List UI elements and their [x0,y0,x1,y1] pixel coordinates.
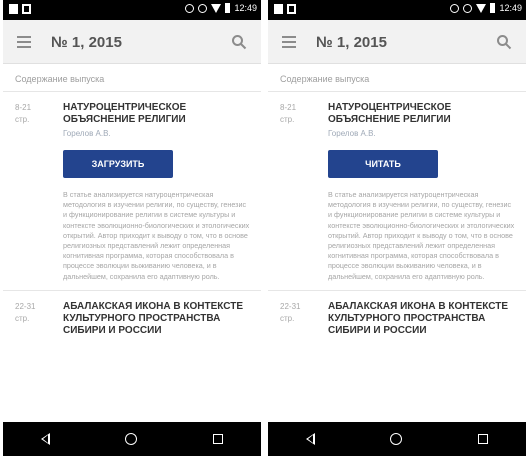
home-icon[interactable] [390,433,403,445]
image-notification-icon [274,4,283,14]
article-content: АБАЛАКСКАЯ ИКОНА В КОНТЕКСТЕ КУЛЬТУРНОГО… [63,301,261,337]
vibrate-icon [198,3,208,13]
article-content: НАТУРОЦЕНТРИЧЕСКОЕ ОБЪЯСНЕНИЕ РЕЛИГИИ Го… [63,102,261,290]
section-label: Содержание выпуска [3,64,261,92]
system-nav-bar [3,422,261,456]
article-author[interactable]: Горелов А.В. [63,129,251,138]
article-pages: 22-31 стр. [280,301,301,323]
article-item: 22-31 стр. АБАЛАКСКАЯ ИКОНА В КОНТЕКСТЕ … [3,291,261,337]
wifi-icon [476,3,487,13]
system-nav-bar [268,422,526,456]
article-pages: 8-21 стр. [280,103,297,124]
search-icon[interactable] [231,34,247,50]
article-item: 8-21 стр. НАТУРОЦЕНТРИЧЕСКОЕ ОБЪЯСНЕНИЕ … [268,92,526,291]
notification-icons [9,4,31,14]
sync-icon [185,3,195,13]
read-button[interactable]: ЧИТАТЬ [328,150,438,178]
status-icons: 12:49 [450,3,522,13]
app-bar: № 1, 2015 [3,20,261,64]
app-bar: № 1, 2015 [268,20,526,64]
article-title[interactable]: НАТУРОЦЕНТРИЧЕСКОЕ ОБЪЯСНЕНИЕ РЕЛИГИИ [328,102,516,126]
status-time: 12:49 [234,3,257,13]
article-item: 8-21 стр. НАТУРОЦЕНТРИЧЕСКОЕ ОБЪЯСНЕНИЕ … [3,92,261,291]
download-notification-icon [287,4,296,14]
article-content: АБАЛАКСКАЯ ИКОНА В КОНТЕКСТЕ КУЛЬТУРНОГО… [328,301,526,337]
battery-icon [225,3,231,13]
back-icon[interactable] [305,433,315,445]
status-icons: 12:49 [185,3,257,13]
download-button[interactable]: ЗАГРУЗИТЬ [63,150,173,178]
status-bar: 12:49 [3,0,261,20]
image-notification-icon [9,4,18,14]
status-bar: 12:49 [268,0,526,20]
home-icon[interactable] [125,433,138,445]
search-icon[interactable] [496,34,512,50]
article-title[interactable]: НАТУРОЦЕНТРИЧЕСКОЕ ОБЪЯСНЕНИЕ РЕЛИГИИ [63,102,251,126]
vibrate-icon [463,3,473,13]
article-pages: 8-21 стр. [15,103,32,124]
article-abstract: В статье анализируется натуроцентрическа… [63,190,250,281]
sync-icon [450,3,460,13]
battery-icon [490,3,496,13]
page-title: № 1, 2015 [316,34,387,51]
status-time: 12:49 [499,3,522,13]
back-icon[interactable] [40,433,50,445]
notification-icons [274,4,296,14]
recent-apps-icon[interactable] [478,434,489,444]
article-pages: 22-31 стр. [15,301,36,323]
menu-icon[interactable] [282,36,296,48]
section-label: Содержание выпуска [268,64,526,92]
article-author[interactable]: Горелов А.В. [328,129,516,138]
recent-apps-icon[interactable] [213,434,224,444]
article-title[interactable]: АБАЛАКСКАЯ ИКОНА В КОНТЕКСТЕ КУЛЬТУРНОГО… [63,301,251,337]
page-title: № 1, 2015 [51,34,122,51]
wifi-icon [211,3,222,13]
download-notification-icon [22,4,31,14]
phone-screen-right: 12:49 № 1, 2015 Содержание выпуска 8-21 … [268,0,526,456]
article-title[interactable]: АБАЛАКСКАЯ ИКОНА В КОНТЕКСТЕ КУЛЬТУРНОГО… [328,301,516,337]
article-content: НАТУРОЦЕНТРИЧЕСКОЕ ОБЪЯСНЕНИЕ РЕЛИГИИ Го… [328,102,526,290]
article-abstract: В статье анализируется натуроцентрическа… [328,190,515,281]
article-item: 22-31 стр. АБАЛАКСКАЯ ИКОНА В КОНТЕКСТЕ … [268,291,526,337]
phone-screen-left: 12:49 № 1, 2015 Содержание выпуска 8-21 … [3,0,261,456]
menu-icon[interactable] [17,36,31,48]
